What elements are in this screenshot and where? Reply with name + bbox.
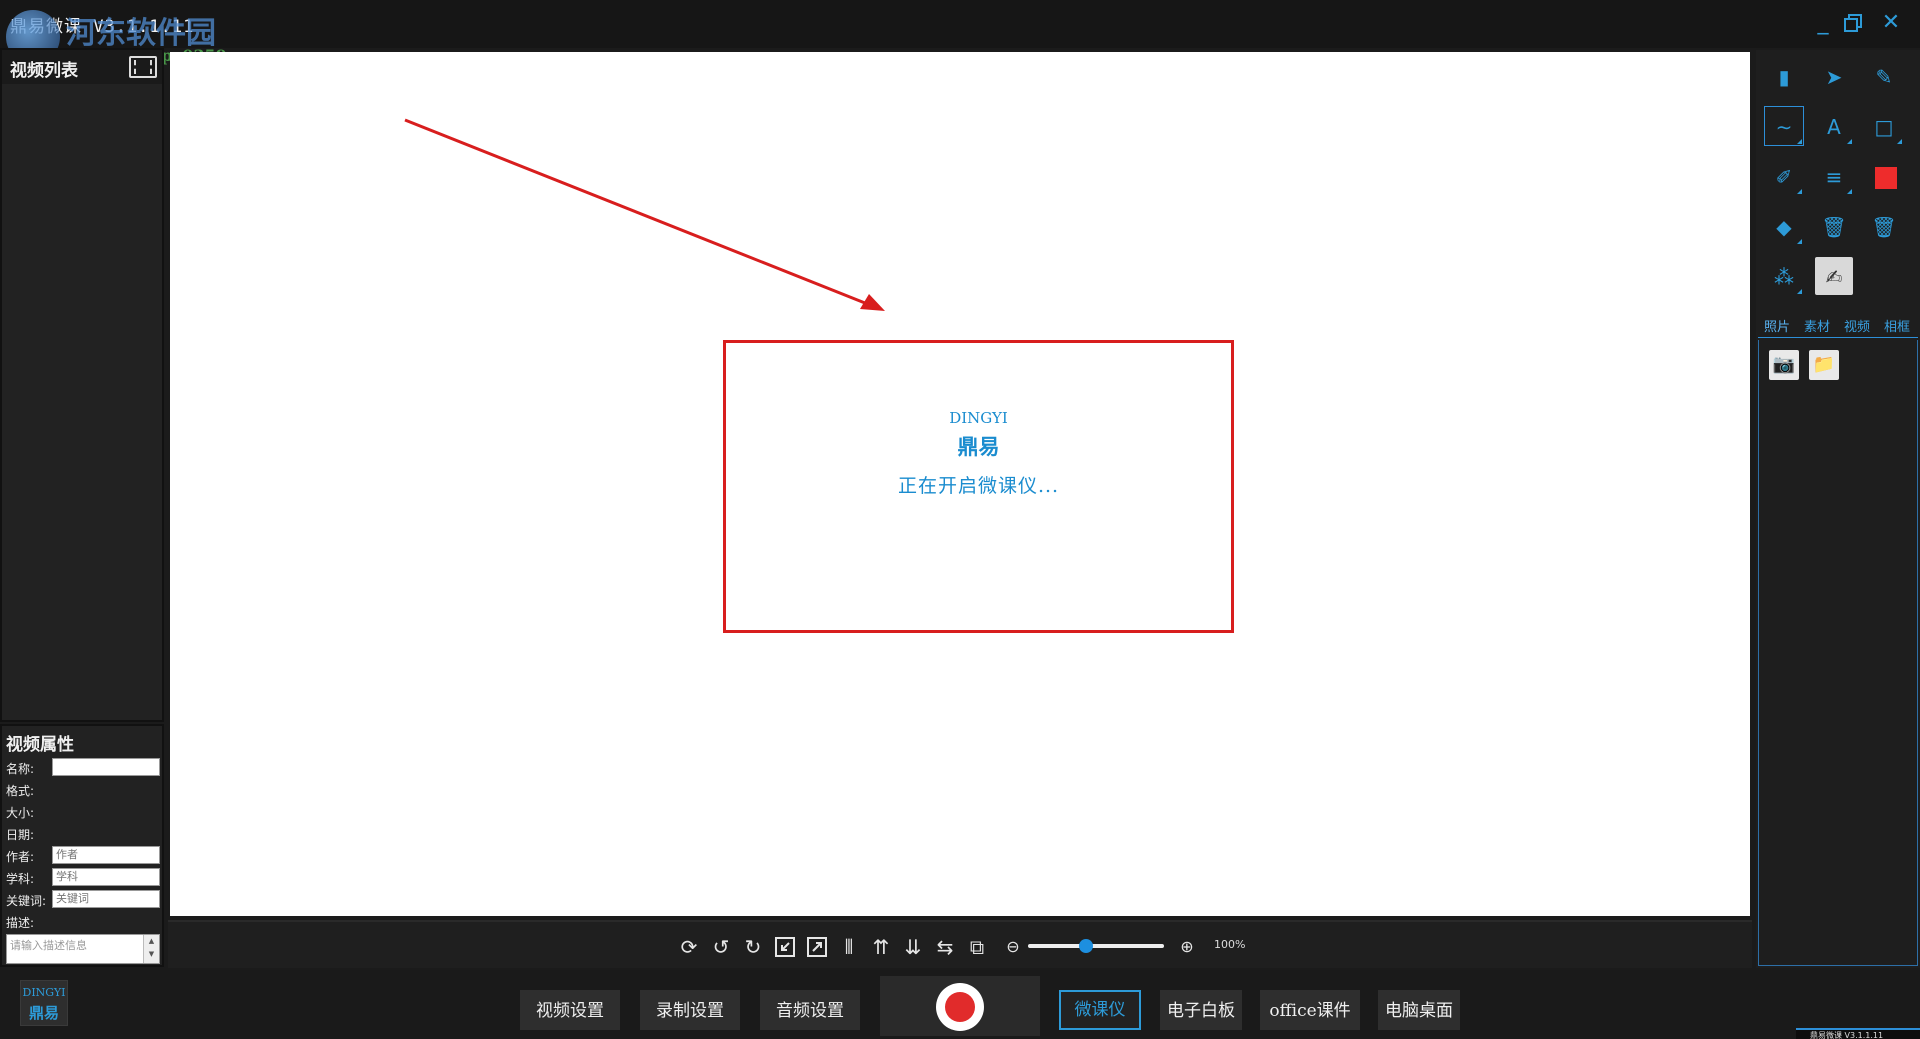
brush-tool[interactable]: ✐ xyxy=(1764,156,1804,196)
desktop-button[interactable]: 电脑桌面 xyxy=(1378,990,1460,1030)
film-icon[interactable] xyxy=(129,56,157,78)
eraser-tool[interactable]: ◆ xyxy=(1764,206,1804,246)
mouse-icon: ▮ xyxy=(1778,65,1790,89)
refresh-icon[interactable]: ⟳ xyxy=(676,934,702,960)
signature-tool[interactable]: ✍ xyxy=(1814,256,1854,296)
subject-input[interactable] xyxy=(52,868,160,886)
tab-materials[interactable]: 素材 xyxy=(1804,316,1830,335)
line-width-tool[interactable]: ≡ xyxy=(1814,156,1854,196)
clear-icon: 🗑 xyxy=(1871,215,1897,239)
expand-icon[interactable] xyxy=(804,934,830,960)
title-bar: 鼎易微课 V3.1.1.11 河东软件园 www.pc0359.cn _ ✕ xyxy=(0,0,1920,65)
minimize-icon[interactable]: _ xyxy=(1808,8,1838,38)
keywords-input[interactable] xyxy=(52,890,160,908)
rectangle-tool[interactable]: □ xyxy=(1864,106,1904,146)
pencil-icon: ✎ xyxy=(1875,65,1893,89)
video-list-panel: 视频列表 xyxy=(0,48,164,722)
move-down-icon[interactable]: ⇊ xyxy=(900,934,926,960)
text-tool[interactable]: A xyxy=(1814,106,1854,146)
description-scrollbar[interactable]: ▲ ▼ xyxy=(143,935,159,963)
media-content: 📷 📁 xyxy=(1758,340,1918,966)
name-label: 名称: xyxy=(6,762,35,776)
folder-icon[interactable]: 📁 xyxy=(1809,350,1839,380)
whiteboard-button[interactable]: 电子白板 xyxy=(1160,990,1242,1030)
video-list-header: 视频列表 xyxy=(2,50,162,84)
canvas-toolbar: ⟳ ↺ ↻ ⫴ ⇈ ⇊ ⇆ ⧉ ⊖ ⊕ 100% xyxy=(168,920,1752,968)
effects-tool[interactable]: ⁂ xyxy=(1764,256,1804,296)
record-icon xyxy=(945,992,975,1022)
date-label: 日期: xyxy=(6,828,35,842)
record-area xyxy=(880,976,1040,1036)
select-tool[interactable]: ➤ xyxy=(1814,56,1854,96)
close-icon[interactable]: ✕ xyxy=(1876,8,1906,38)
shrink-icon[interactable] xyxy=(772,934,798,960)
clear-tool[interactable]: 🗑 xyxy=(1864,206,1904,246)
brand-en: DINGYI xyxy=(949,409,1008,427)
description-textarea[interactable]: 请输入描述信息 ▲ ▼ xyxy=(6,934,160,964)
pointer-icon: ➤ xyxy=(1825,65,1843,89)
app-logo: DINGYI 鼎易 xyxy=(20,980,68,1026)
office-button[interactable]: office课件 xyxy=(1260,990,1360,1030)
media-tabs: 照片 素材 视频 相框 xyxy=(1758,312,1918,338)
zoom-slider[interactable] xyxy=(1028,944,1164,948)
tab-videos[interactable]: 视频 xyxy=(1844,316,1870,335)
window-title: 鼎易微课 V3.1.1.11 xyxy=(10,17,195,37)
format-label: 格式: xyxy=(6,784,35,798)
swap-icon[interactable]: ⇆ xyxy=(932,934,958,960)
bottom-bar: DINGYI 鼎易 视频设置 录制设置 音频设置 微课仪 电子白板 office… xyxy=(0,970,1920,1039)
move-up-icon[interactable]: ⇈ xyxy=(868,934,894,960)
tab-photos[interactable]: 照片 xyxy=(1764,316,1790,335)
pen-tool[interactable]: ✎ xyxy=(1864,56,1904,96)
layout-icon[interactable]: ⧉ xyxy=(964,934,990,960)
camera-icon[interactable]: 📷 xyxy=(1769,350,1799,380)
taskbar-tab[interactable]: 鼎易微课 V3.1.1.11 xyxy=(1796,1028,1920,1039)
name-input[interactable] xyxy=(52,758,160,776)
restore-icon[interactable] xyxy=(1838,8,1868,38)
description-placeholder: 请输入描述信息 xyxy=(10,939,87,952)
loading-text: 正在开启微课仪... xyxy=(897,475,1060,497)
video-properties-panel: 视频属性 名称: 格式: 大小: 日期: 作者: 学科: 关键词: 描述: 请输… xyxy=(0,724,164,967)
loading-dialog: DINGYI 鼎易 正在开启微课仪... xyxy=(723,340,1234,633)
tab-frames[interactable]: 相框 xyxy=(1884,316,1910,335)
description-label: 描述: xyxy=(6,916,35,930)
brand-cn: 鼎易 xyxy=(957,434,1000,459)
signature-icon: ✍ xyxy=(1815,257,1853,295)
logo-cn: 鼎易 xyxy=(28,1004,59,1022)
canvas-area[interactable]: DINGYI 鼎易 正在开启微课仪... xyxy=(170,52,1750,916)
redo-icon[interactable]: ↻ xyxy=(740,934,766,960)
zoom-in-icon[interactable]: ⊕ xyxy=(1174,934,1200,960)
video-settings-button[interactable]: 视频设置 xyxy=(520,990,620,1030)
zoom-slider-handle[interactable] xyxy=(1079,939,1094,953)
record-settings-button[interactable]: 录制设置 xyxy=(640,990,740,1030)
trash-icon: 🗑 xyxy=(1821,215,1847,239)
zoom-percentage: 100% xyxy=(1214,938,1246,951)
logo-en: DINGYI xyxy=(22,986,66,999)
color-swatch xyxy=(1875,167,1897,189)
curve-tool[interactable]: ∼ xyxy=(1764,106,1804,146)
size-label: 大小: xyxy=(6,806,35,820)
author-label: 作者: xyxy=(6,850,35,864)
author-input[interactable] xyxy=(52,846,160,864)
flip-horizontal-icon[interactable]: ⫴ xyxy=(836,934,862,960)
video-list-title: 视频列表 xyxy=(10,61,78,81)
subject-label: 学科: xyxy=(6,872,35,886)
zoom-out-icon[interactable]: ⊖ xyxy=(1000,934,1026,960)
record-button[interactable] xyxy=(936,983,984,1031)
audio-settings-button[interactable]: 音频设置 xyxy=(760,990,860,1030)
mouse-tool[interactable]: ▮ xyxy=(1764,56,1804,96)
microlesson-button[interactable]: 微课仪 xyxy=(1059,990,1141,1030)
keywords-label: 关键词: xyxy=(6,894,47,908)
undo-icon[interactable]: ↺ xyxy=(708,934,734,960)
properties-title: 视频属性 xyxy=(6,735,74,755)
delete-tool[interactable]: 🗑 xyxy=(1814,206,1854,246)
tools-panel: ▮ ➤ ✎ ∼ A □ ✐ ≡ ◆ 🗑 🗑 ⁂ ✍ 照片 素材 视频 相框 📷 … xyxy=(1756,50,1920,968)
color-tool[interactable] xyxy=(1864,156,1904,196)
